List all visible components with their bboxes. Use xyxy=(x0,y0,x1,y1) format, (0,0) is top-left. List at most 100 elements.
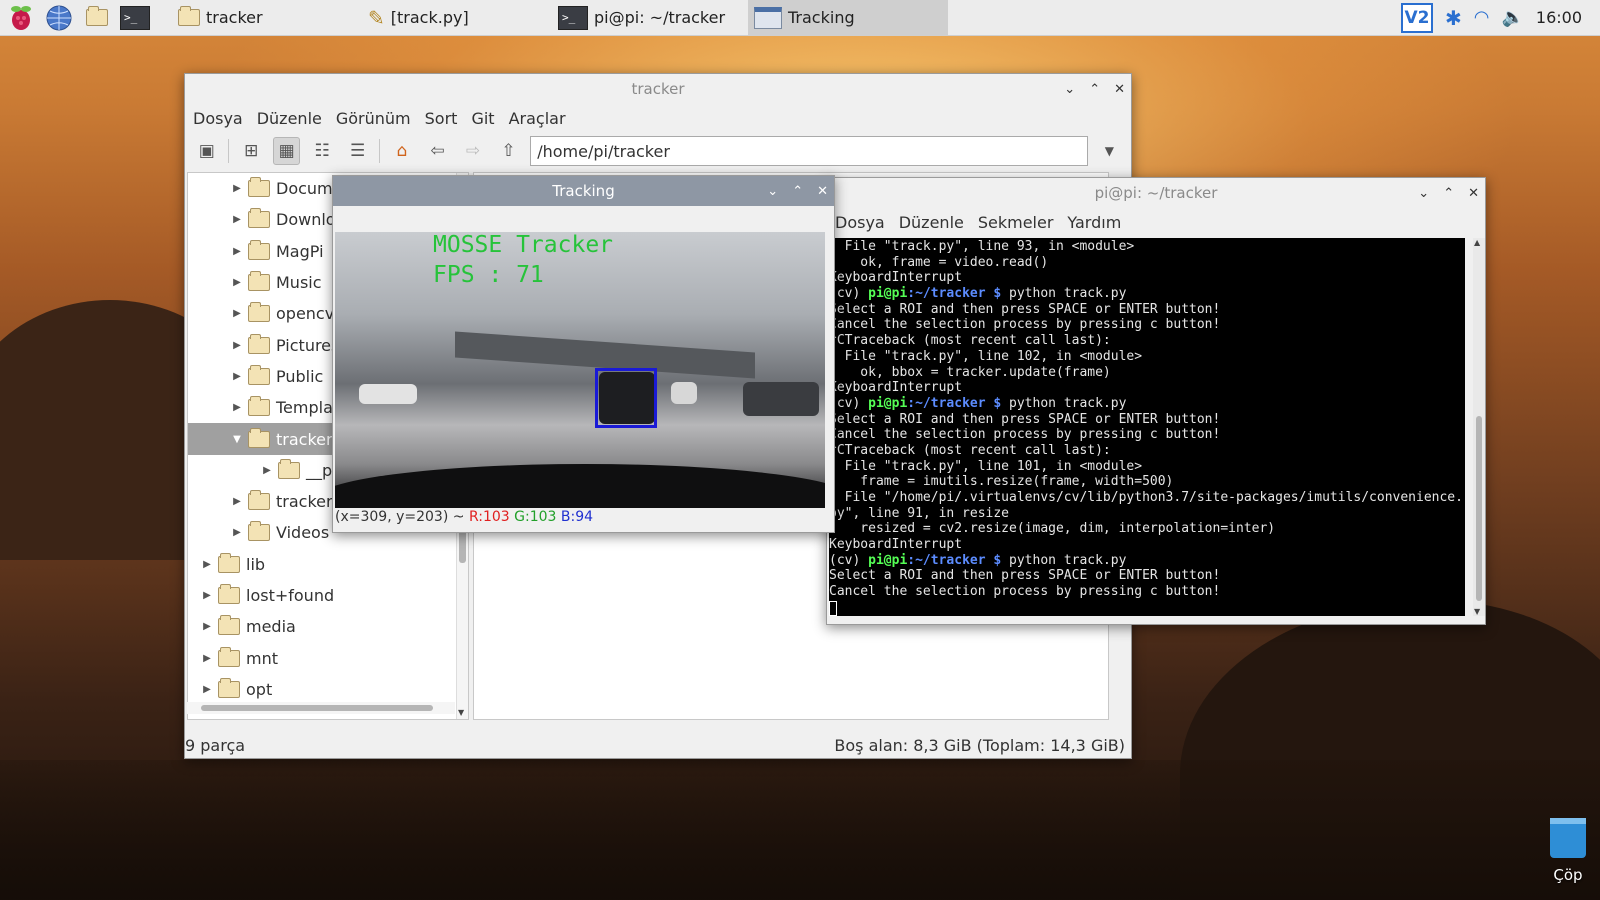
tree-item-label: mnt xyxy=(246,648,278,668)
chevron-right-icon[interactable]: ▶ xyxy=(232,371,242,382)
terminal-menu-1[interactable]: Düzenle xyxy=(899,213,964,232)
tree-item[interactable]: ▶ lib xyxy=(188,549,468,580)
tree-item[interactable]: ▶ mnt xyxy=(188,642,468,673)
thumbnail-view-icon[interactable]: ▦ xyxy=(272,137,301,165)
chevron-right-icon[interactable]: ▶ xyxy=(232,277,242,288)
maximize-icon[interactable]: ⌃ xyxy=(1443,186,1454,201)
videos-folder-icon xyxy=(248,521,270,542)
chevron-right-icon[interactable]: ▶ xyxy=(232,246,242,257)
raspberry-menu-icon[interactable] xyxy=(4,1,38,35)
close-icon[interactable]: ✕ xyxy=(1468,186,1479,201)
folder-icon xyxy=(278,458,300,479)
folder-icon xyxy=(218,677,240,698)
web-browser-icon[interactable] xyxy=(42,1,76,35)
public-folder-icon xyxy=(248,364,270,385)
terminal-line: File "track.py", line 102, in <module> xyxy=(829,348,1143,364)
task-tracking[interactable]: Tracking xyxy=(748,0,948,36)
video-car xyxy=(671,382,697,404)
chevron-right-icon[interactable]: ▶ xyxy=(232,496,242,507)
home-icon[interactable]: ⌂ xyxy=(388,137,415,165)
terminal-menu-3[interactable]: Yardım xyxy=(1067,213,1121,232)
terminal-launcher-icon[interactable]: >_ xyxy=(118,1,152,35)
chevron-right-icon[interactable]: ▶ xyxy=(232,214,242,225)
folder-icon xyxy=(248,239,270,260)
file-menu-3[interactable]: Sort xyxy=(425,109,458,128)
chevron-right-icon[interactable]: ▶ xyxy=(202,621,212,632)
terminal-line: resized = cv2.resize(image, dim, interpo… xyxy=(829,521,1276,537)
folder-icon xyxy=(218,552,240,573)
wifi-icon[interactable]: ◠ xyxy=(1474,7,1490,28)
chevron-right-icon[interactable]: ▶ xyxy=(232,527,242,538)
tree-item[interactable]: ▶ opt xyxy=(188,674,468,705)
folder-icon xyxy=(248,427,270,448)
close-icon[interactable]: ✕ xyxy=(817,184,828,199)
folder-icon xyxy=(218,646,240,667)
file-menu-5[interactable]: Araçlar xyxy=(509,109,566,128)
tree-item[interactable]: ▶ lost+found xyxy=(188,580,468,611)
downloads-folder-icon xyxy=(248,208,270,229)
trash-desktop-item[interactable]: Çöp xyxy=(1548,818,1588,888)
terminal-line: (cv) pi@pi:~/tracker $ python track.py xyxy=(829,553,1465,569)
file-manager-titlebar[interactable]: tracker ⌄ ⌃ ✕ xyxy=(185,74,1131,104)
prompt-segment: python track.py xyxy=(1009,552,1127,568)
file-menu-0[interactable]: Dosya xyxy=(193,109,243,128)
vnc-icon[interactable]: V2 xyxy=(1400,2,1433,33)
task-terminal[interactable]: >_ pi@pi: ~/tracker xyxy=(552,0,748,36)
list-view-icon[interactable]: ☰ xyxy=(344,137,371,165)
tree-item-label: MagPi xyxy=(276,241,324,261)
clock[interactable]: 16:00 xyxy=(1536,8,1582,27)
tree-horizontal-scrollbar[interactable] xyxy=(187,702,455,714)
close-icon[interactable]: ✕ xyxy=(1114,82,1125,97)
chevron-right-icon[interactable]: ▶ xyxy=(202,590,212,601)
terminal-line: File "track.py", line 101, in <module> xyxy=(829,458,1143,474)
chevron-right-icon[interactable]: ▶ xyxy=(232,183,242,194)
up-arrow-icon[interactable]: ⇧ xyxy=(495,137,522,165)
file-menu-1[interactable]: Düzenle xyxy=(257,109,322,128)
tree-item-label: tracker xyxy=(276,429,333,449)
terminal-titlebar[interactable]: pi@pi: ~/tracker ⌄ ⌃ ✕ xyxy=(827,178,1485,208)
path-input[interactable] xyxy=(530,136,1088,166)
file-menu-2[interactable]: Görünüm xyxy=(336,109,411,128)
fps-label: FPS : 71 xyxy=(433,262,544,288)
prompt-segment: :~/tracker $ xyxy=(907,395,1010,411)
chevron-right-icon[interactable]: ▶ xyxy=(202,653,212,664)
prompt-segment: pi@pi xyxy=(868,286,908,302)
video-car xyxy=(743,382,819,416)
chevron-right-icon[interactable]: ▶ xyxy=(262,465,272,476)
prompt-segment: :~/tracker $ xyxy=(907,286,1010,302)
terminal-scrollbar[interactable]: ▲ ▼ xyxy=(1473,238,1485,616)
chevron-right-icon[interactable]: ▶ xyxy=(202,684,212,695)
file-menu-4[interactable]: Git xyxy=(471,109,494,128)
window-icon xyxy=(754,6,782,29)
back-arrow-icon[interactable]: ⇦ xyxy=(424,137,451,165)
chevron-right-icon[interactable]: ▶ xyxy=(232,340,242,351)
terminal-menu-2[interactable]: Sekmeler xyxy=(978,213,1054,232)
icon-view-icon[interactable]: ⊞ xyxy=(237,137,264,165)
task-text-editor[interactable]: ✎ [track.py] xyxy=(362,0,552,36)
volume-icon[interactable]: 🔈 xyxy=(1501,7,1523,28)
task-file-manager[interactable]: tracker xyxy=(172,0,362,36)
chevron-right-icon[interactable]: ▶ xyxy=(202,559,212,570)
minimize-icon[interactable]: ⌄ xyxy=(767,184,778,199)
terminal-output[interactable]: File "track.py", line 93, in <module> ok… xyxy=(829,238,1465,616)
chevron-down-icon[interactable]: ▼ xyxy=(232,434,242,445)
terminal-window: pi@pi: ~/tracker ⌄ ⌃ ✕ Dosya Düzenle Sekme… xyxy=(826,177,1486,625)
maximize-icon[interactable]: ⌃ xyxy=(1089,82,1100,97)
minimize-icon[interactable]: ⌄ xyxy=(1418,186,1429,201)
forward-arrow-icon[interactable]: ⇨ xyxy=(459,137,486,165)
wallpaper-foreground xyxy=(0,760,1600,900)
tree-item[interactable]: ▶ media xyxy=(188,611,468,642)
new-window-icon[interactable]: ▣ xyxy=(193,137,220,165)
compact-view-icon[interactable]: ☷ xyxy=(308,137,335,165)
chevron-right-icon[interactable]: ▶ xyxy=(232,308,242,319)
minimize-icon[interactable]: ⌄ xyxy=(1064,82,1075,97)
bluetooth-icon[interactable]: ✱ xyxy=(1445,6,1462,30)
video-frame[interactable]: MOSSE Tracker FPS : 71 xyxy=(335,232,825,508)
maximize-icon[interactable]: ⌃ xyxy=(792,184,803,199)
path-history-dropdown-icon[interactable]: ▼ xyxy=(1096,137,1123,165)
chevron-right-icon[interactable]: ▶ xyxy=(232,402,242,413)
file-manager-icon[interactable] xyxy=(80,1,114,35)
terminal-menu-0[interactable]: Dosya xyxy=(835,213,885,232)
folder-icon xyxy=(248,302,270,323)
tracking-titlebar[interactable]: Tracking ⌄ ⌃ ✕ xyxy=(333,176,834,206)
